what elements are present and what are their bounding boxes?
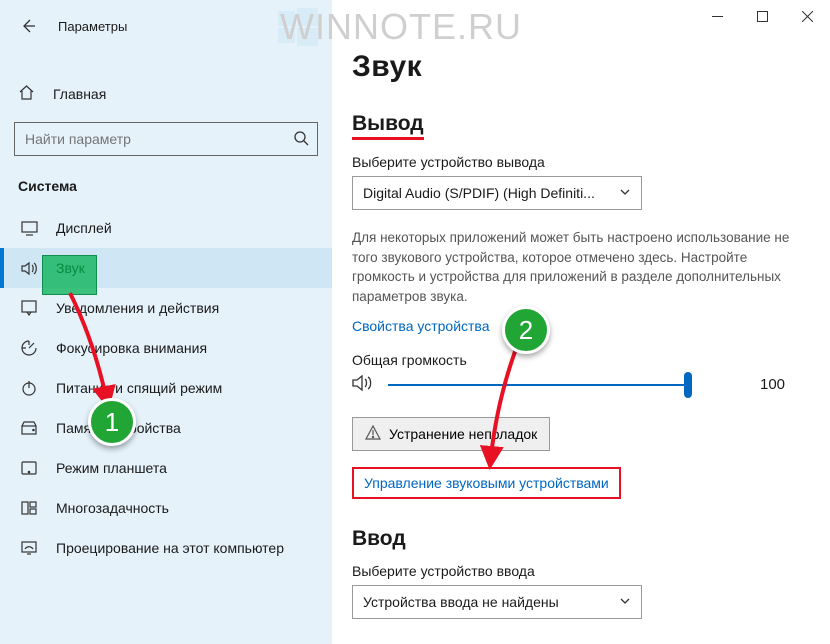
sidebar-item-multitask[interactable]: Многозадачность [0,488,332,528]
sidebar: Параметры Главная Система Дисплей Звук [0,0,332,644]
output-device-select[interactable]: Digital Audio (S/PDIF) (High Definiti... [352,176,642,210]
warning-icon [365,425,381,443]
sound-icon [20,261,38,276]
minimize-button[interactable] [695,0,740,32]
close-button[interactable] [785,0,830,32]
focus-icon [20,340,38,356]
input-device-select[interactable]: Устройства ввода не найдены [352,585,642,619]
back-button[interactable] [18,16,38,36]
sidebar-item-label: Многозадачность [56,500,169,516]
search-input[interactable] [25,131,293,147]
sidebar-item-power[interactable]: Питание и спящий режим [0,368,332,408]
manage-sound-devices-link[interactable]: Управление звуковыми устройствами [352,467,621,499]
input-device-label: Выберите устройство ввода [352,563,800,579]
device-properties-link[interactable]: Свойства устройства [352,318,490,334]
power-icon [20,380,38,396]
storage-icon [20,421,38,435]
input-device-value: Устройства ввода не найдены [363,594,559,610]
multitask-icon [20,501,38,515]
sidebar-home-label: Главная [53,86,106,102]
chevron-down-icon [619,185,631,201]
sidebar-item-storage[interactable]: Память устройства [0,408,332,448]
volume-value: 100 [760,376,785,393]
maximize-button[interactable] [740,0,785,32]
sidebar-item-focus[interactable]: Фокусировка внимания [0,328,332,368]
notifications-icon [20,300,38,316]
display-icon [20,221,38,236]
volume-icon[interactable] [352,374,374,395]
output-heading: Вывод [352,112,424,140]
sidebar-item-projecting[interactable]: Проецирование на этот компьютер [0,528,332,568]
output-description: Для некоторых приложений может быть наст… [352,228,800,306]
output-device-label: Выберите устройство вывода [352,154,800,170]
sidebar-item-label: Дисплей [56,220,112,236]
annotation-bubble-1: 1 [88,398,136,446]
search-box[interactable] [14,122,318,156]
sidebar-group-label: Система [0,174,332,198]
sidebar-home[interactable]: Главная [0,72,332,114]
input-heading: Ввод [352,527,800,551]
sidebar-item-label: Проецирование на этот компьютер [56,540,284,556]
sidebar-item-display[interactable]: Дисплей [0,208,332,248]
sidebar-item-tablet[interactable]: Режим планшета [0,448,332,488]
window-title: Параметры [58,19,127,34]
sidebar-item-label: Режим планшета [56,460,167,476]
main-content: Звук Вывод Выберите устройство вывода Di… [332,0,830,644]
annotation-bubble-2: 2 [502,306,550,354]
search-icon [293,130,309,149]
watermark-text: WINNOTE.RU [280,6,522,48]
volume-label: Общая громкость [352,352,800,368]
chevron-down-icon [619,594,631,610]
tablet-icon [20,461,38,475]
home-icon [18,84,35,104]
page-title: Звук [352,50,800,84]
projecting-icon [20,541,38,555]
window-controls [695,0,830,32]
output-device-value: Digital Audio (S/PDIF) (High Definiti... [363,185,595,201]
